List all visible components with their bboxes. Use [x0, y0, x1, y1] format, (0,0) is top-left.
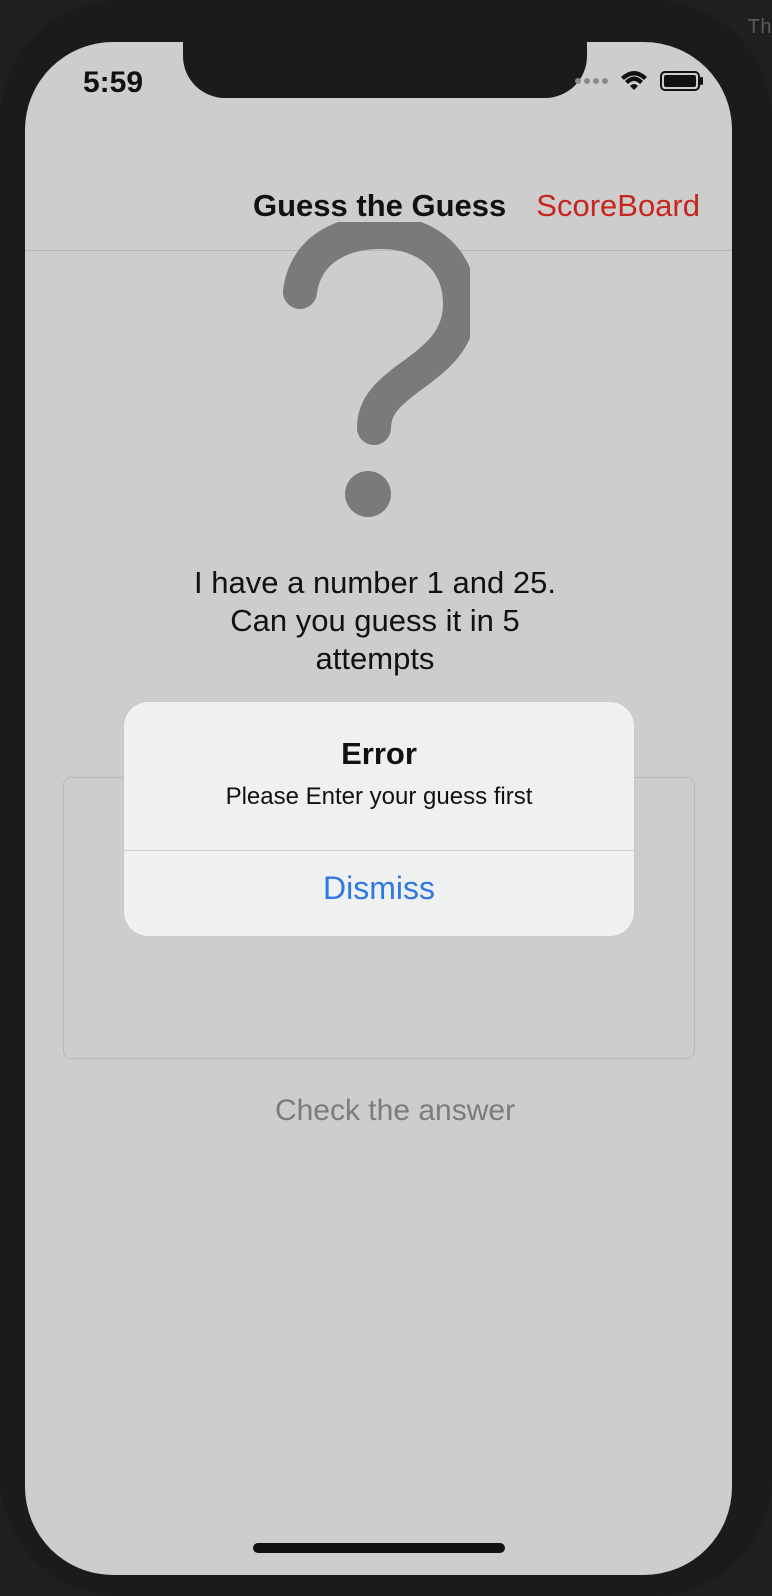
window-edge-text: Th: [747, 16, 772, 38]
home-indicator[interactable]: [253, 1543, 505, 1553]
device-notch: [183, 42, 587, 98]
instruction-line-1: I have a number 1 and 25.: [194, 565, 556, 600]
phone-frame: 5:59 Guess the Guess ScoreBoard I have a…: [0, 0, 772, 1596]
question-mark-icon: [280, 214, 478, 522]
wifi-icon: [620, 71, 648, 91]
instruction-text: I have a number 1 and 25. Can you guess …: [165, 564, 585, 678]
ios-simulator: Th 5:59 Guess the Guess ScoreBoard I hav…: [0, 0, 772, 1596]
battery-icon: [660, 70, 704, 92]
instruction-line-3: attempts: [315, 641, 435, 676]
status-time: 5:59: [83, 66, 144, 99]
status-icons: [575, 70, 704, 92]
alert-divider: [124, 850, 634, 851]
cellular-signal-icon: [575, 78, 608, 84]
app-screen: 5:59 Guess the Guess ScoreBoard I have a…: [25, 42, 732, 1575]
check-answer-button[interactable]: Check the answer: [245, 1094, 545, 1128]
dismiss-button[interactable]: Dismiss: [124, 870, 634, 907]
alert-message: Please Enter your guess first: [225, 783, 533, 810]
instruction-line-2: Can you guess it in 5: [230, 603, 520, 638]
scoreboard-button[interactable]: ScoreBoard: [536, 188, 700, 224]
error-alert: Error Please Enter your guess first Dism…: [124, 702, 634, 936]
alert-title: Error: [341, 736, 417, 771]
page-title: Guess the Guess: [253, 188, 507, 223]
